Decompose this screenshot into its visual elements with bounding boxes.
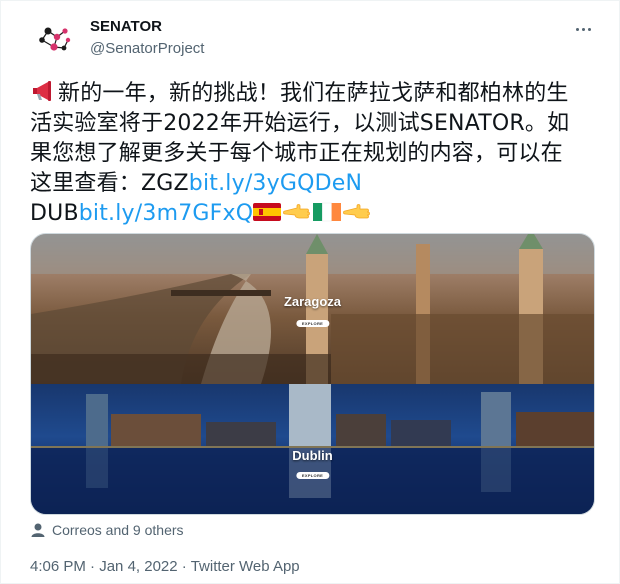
meta-separator-2: · xyxy=(177,558,191,575)
tweet-text: 新的一年，新的挑战！我们在萨拉戈萨和都柏林的生 活实验室将于2022年开始运行，… xyxy=(30,79,600,229)
ireland-flag-icon xyxy=(313,202,342,222)
dub-link[interactable]: bit.ly/3m7GFxQ xyxy=(79,201,254,226)
tweet-line-5-prefix: DUB xyxy=(30,201,79,226)
tweet-time[interactable]: 4:06 PM xyxy=(30,558,86,575)
zgz-link[interactable]: bit.ly/3yGQDeN xyxy=(189,171,362,196)
author-block: SENATOR @SenatorProject xyxy=(90,17,204,59)
more-options-button[interactable] xyxy=(571,19,595,39)
tweet-card: SENATOR @SenatorProject 新的一年，新的挑战！我们在萨拉戈… xyxy=(0,0,620,584)
tweet-line-1: 新的一年，新的挑战！我们在萨拉戈萨和都柏林的生 xyxy=(30,79,600,109)
meta-separator-1: · xyxy=(85,558,100,575)
dublin-title: Dublin xyxy=(292,448,333,463)
liked-by[interactable]: Correos and 9 others xyxy=(30,520,184,540)
pointing-left-icon xyxy=(343,204,371,219)
spain-flag-icon xyxy=(253,203,282,221)
person-icon xyxy=(31,523,45,537)
display-name[interactable]: SENATOR xyxy=(90,17,204,37)
tweet-line-2: 活实验室将于2022年开始运行，以测试SENATOR。如 xyxy=(30,111,570,136)
tweet-line-1-text: 新的一年，新的挑战！我们在萨拉戈萨和都柏林的生 xyxy=(58,81,569,106)
tweet-line-5: DUBbit.ly/3m7GFxQ xyxy=(30,199,600,229)
pointing-left-icon xyxy=(283,204,311,219)
zaragoza-image: Zaragoza EXPLORE xyxy=(31,234,594,384)
avatar[interactable] xyxy=(30,15,78,63)
dublin-image: Dublin EXPLORE xyxy=(31,384,594,514)
more-horizontal-icon xyxy=(575,27,579,31)
tweet-line-4-prefix: 这里查看：ZGZ xyxy=(30,171,189,196)
tweet-date[interactable]: Jan 4, 2022 xyxy=(99,558,177,575)
senator-logo-icon xyxy=(39,27,71,51)
tweet-line-4: 这里查看：ZGZbit.ly/3yGQDeN xyxy=(30,169,600,199)
tweet-media[interactable]: Zaragoza EXPLORE Dublin EXPLORE xyxy=(30,233,595,515)
tweet-source: Twitter Web App xyxy=(190,558,300,575)
megaphone-icon xyxy=(33,81,51,101)
user-handle[interactable]: @SenatorProject xyxy=(90,39,204,59)
dublin-explore-button[interactable]: EXPLORE xyxy=(295,472,330,479)
liked-by-text: Correos and 9 others xyxy=(52,522,184,538)
tweet-line-3: 果您想了解更多关于每个城市正在规划的内容，可以在 xyxy=(30,141,563,166)
zaragoza-title: Zaragoza xyxy=(283,294,342,309)
zaragoza-explore-button[interactable]: EXPLORE xyxy=(295,320,330,327)
zaragoza-skyline xyxy=(31,234,594,384)
tweet-timestamp: 4:06 PM · Jan 4, 2022 · Twitter Web App xyxy=(30,557,300,577)
